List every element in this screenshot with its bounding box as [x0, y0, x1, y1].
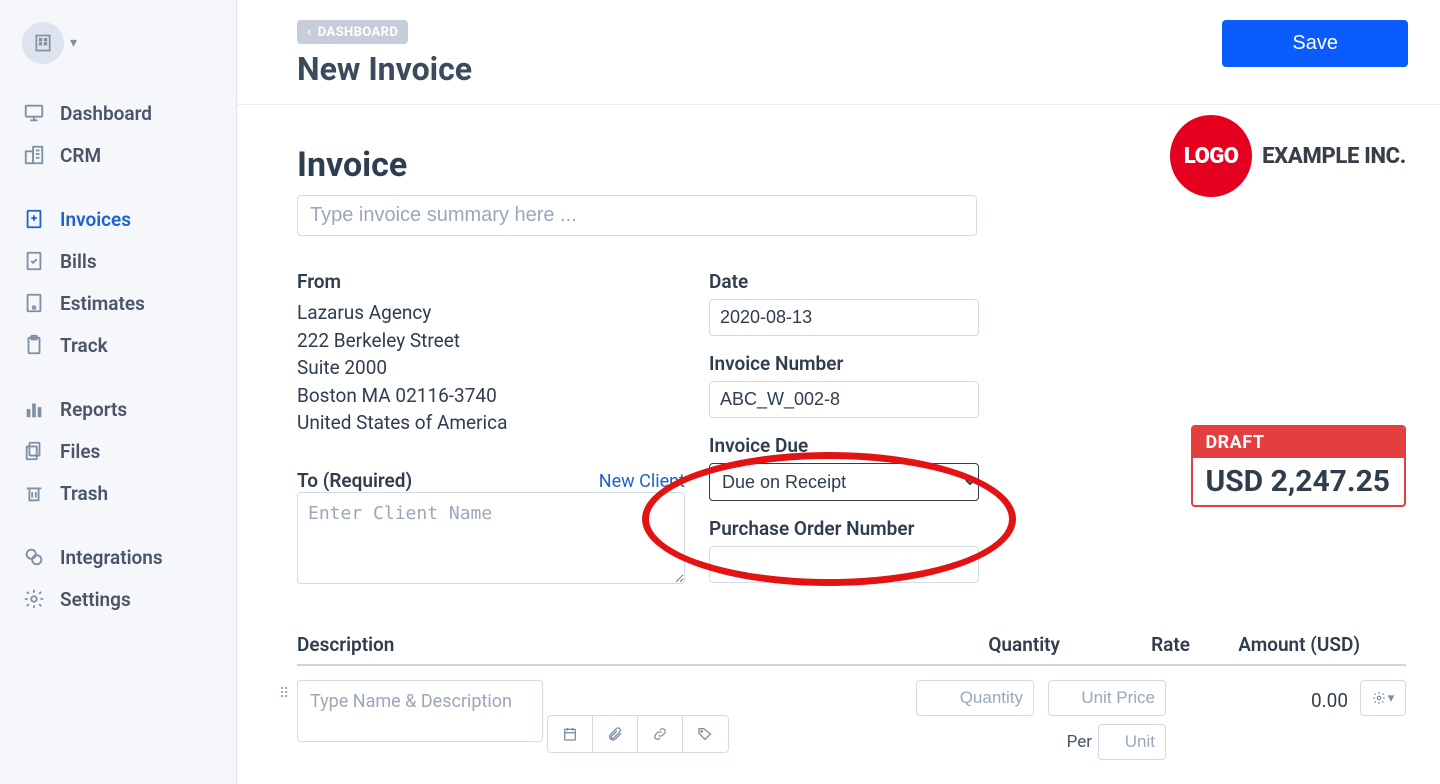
sidebar-item-invoices[interactable]: Invoices — [0, 198, 236, 240]
client-name-input[interactable] — [297, 492, 685, 584]
files-icon — [22, 439, 46, 463]
from-name: Lazarus Agency — [297, 299, 685, 327]
calendar-icon[interactable] — [548, 716, 593, 752]
sidebar-item-bills[interactable]: Bills — [0, 240, 236, 282]
line-item-tools — [547, 715, 729, 753]
col-amount: Amount (USD) — [1190, 633, 1360, 656]
line-item-row: ⠿ Per — [297, 666, 1406, 770]
invoice-number-label: Invoice Number — [709, 352, 979, 375]
sidebar-item-label: Files — [60, 440, 100, 463]
sidebar-item-settings[interactable]: Settings — [0, 578, 236, 620]
from-street: 222 Berkeley Street — [297, 327, 685, 355]
topbar: ‹ DASHBOARD New Invoice Save — [237, 0, 1440, 105]
line-items-table: Description Quantity Rate Amount (USD) ⠿ — [297, 633, 1406, 784]
bill-icon — [22, 249, 46, 273]
to-label: To (Required) — [297, 469, 412, 492]
sidebar-item-integrations[interactable]: Integrations — [0, 536, 236, 578]
sidebar-item-label: Dashboard — [60, 102, 152, 125]
sidebar-item-track[interactable]: Track — [0, 324, 236, 366]
line-amount-value: 0.00 — [1178, 680, 1348, 712]
sidebar-item-label: Reports — [60, 398, 127, 421]
tag-icon[interactable] — [683, 716, 728, 752]
line-settings-button[interactable]: ▾ — [1360, 680, 1406, 716]
line-description-input[interactable] — [297, 680, 543, 742]
chevron-left-icon: ‹ — [307, 24, 312, 40]
date-label: Date — [709, 270, 979, 293]
buildings-icon — [22, 143, 46, 167]
sidebar-item-label: Trash — [60, 482, 108, 505]
po-number-label: Purchase Order Number — [709, 517, 979, 540]
po-number-input[interactable] — [709, 546, 979, 583]
col-quantity: Quantity — [930, 633, 1060, 656]
from-country: United States of America — [297, 409, 685, 437]
link-icon[interactable] — [638, 716, 683, 752]
sidebar-item-label: CRM — [60, 144, 101, 167]
clipboard-icon — [22, 333, 46, 357]
sidebar: ▾ Dashboard CRM Invoices Bills Estimates… — [0, 0, 237, 784]
attachment-icon[interactable] — [593, 716, 638, 752]
estimate-icon — [22, 291, 46, 315]
caret-down-icon: ▾ — [1388, 691, 1395, 706]
line-unit-input[interactable] — [1098, 724, 1166, 760]
content: LOGO EXAMPLE INC. Invoice From Lazarus A… — [237, 105, 1440, 784]
invoice-due-label: Invoice Due — [709, 434, 979, 457]
from-city: Boston MA 02116-3740 — [297, 382, 685, 410]
gear-icon — [22, 587, 46, 611]
invoice-due-select[interactable]: Due on Receipt — [709, 463, 979, 501]
invoice-summary-input[interactable] — [297, 195, 977, 236]
sidebar-item-label: Integrations — [60, 546, 163, 569]
col-rate: Rate — [1060, 633, 1190, 656]
trash-icon — [22, 481, 46, 505]
sidebar-item-reports[interactable]: Reports — [0, 388, 236, 430]
sidebar-item-label: Estimates — [60, 292, 145, 315]
sidebar-item-files[interactable]: Files — [0, 430, 236, 472]
new-client-link[interactable]: New Client — [599, 471, 685, 492]
draft-total-box: DRAFT USD 2,247.25 — [1191, 425, 1406, 507]
line-rate-input[interactable] — [1048, 680, 1166, 716]
gear-icon — [1372, 691, 1386, 705]
bar-chart-icon — [22, 397, 46, 421]
line-quantity-input[interactable] — [916, 680, 1034, 716]
sidebar-item-crm[interactable]: CRM — [0, 134, 236, 176]
integrations-icon — [22, 545, 46, 569]
org-switcher[interactable]: ▾ — [22, 22, 77, 64]
sidebar-item-label: Settings — [60, 588, 131, 611]
sidebar-item-label: Track — [60, 334, 108, 357]
sidebar-item-dashboard[interactable]: Dashboard — [0, 92, 236, 134]
sidebar-item-label: Invoices — [60, 208, 131, 231]
logo-badge: LOGO — [1170, 115, 1252, 197]
org-building-icon — [22, 22, 64, 64]
sidebar-item-label: Bills — [60, 250, 97, 273]
drag-handle-icon[interactable]: ⠿ — [279, 686, 289, 702]
breadcrumb-dashboard[interactable]: ‹ DASHBOARD — [297, 20, 408, 44]
invoice-icon — [22, 207, 46, 231]
invoice-number-input[interactable] — [709, 381, 979, 418]
monitor-icon — [22, 101, 46, 125]
date-input[interactable] — [709, 299, 979, 336]
per-label: Per — [1067, 732, 1092, 752]
save-button[interactable]: Save — [1222, 20, 1408, 67]
page-title: New Invoice — [297, 50, 472, 88]
draft-amount: USD 2,247.25 — [1193, 458, 1404, 505]
sidebar-item-trash[interactable]: Trash — [0, 472, 236, 514]
logo-company-name: EXAMPLE INC. — [1262, 144, 1406, 169]
from-suite: Suite 2000 — [297, 354, 685, 382]
main-area: ‹ DASHBOARD New Invoice Save LOGO EXAMPL… — [237, 0, 1440, 784]
chevron-down-icon: ▾ — [70, 35, 77, 51]
breadcrumb-label: DASHBOARD — [318, 25, 398, 40]
company-logo: LOGO EXAMPLE INC. — [1170, 115, 1406, 197]
from-label: From — [297, 270, 685, 293]
col-description: Description — [297, 633, 930, 656]
draft-badge: DRAFT — [1193, 427, 1404, 458]
from-address: Lazarus Agency 222 Berkeley Street Suite… — [297, 299, 685, 437]
sidebar-item-estimates[interactable]: Estimates — [0, 282, 236, 324]
